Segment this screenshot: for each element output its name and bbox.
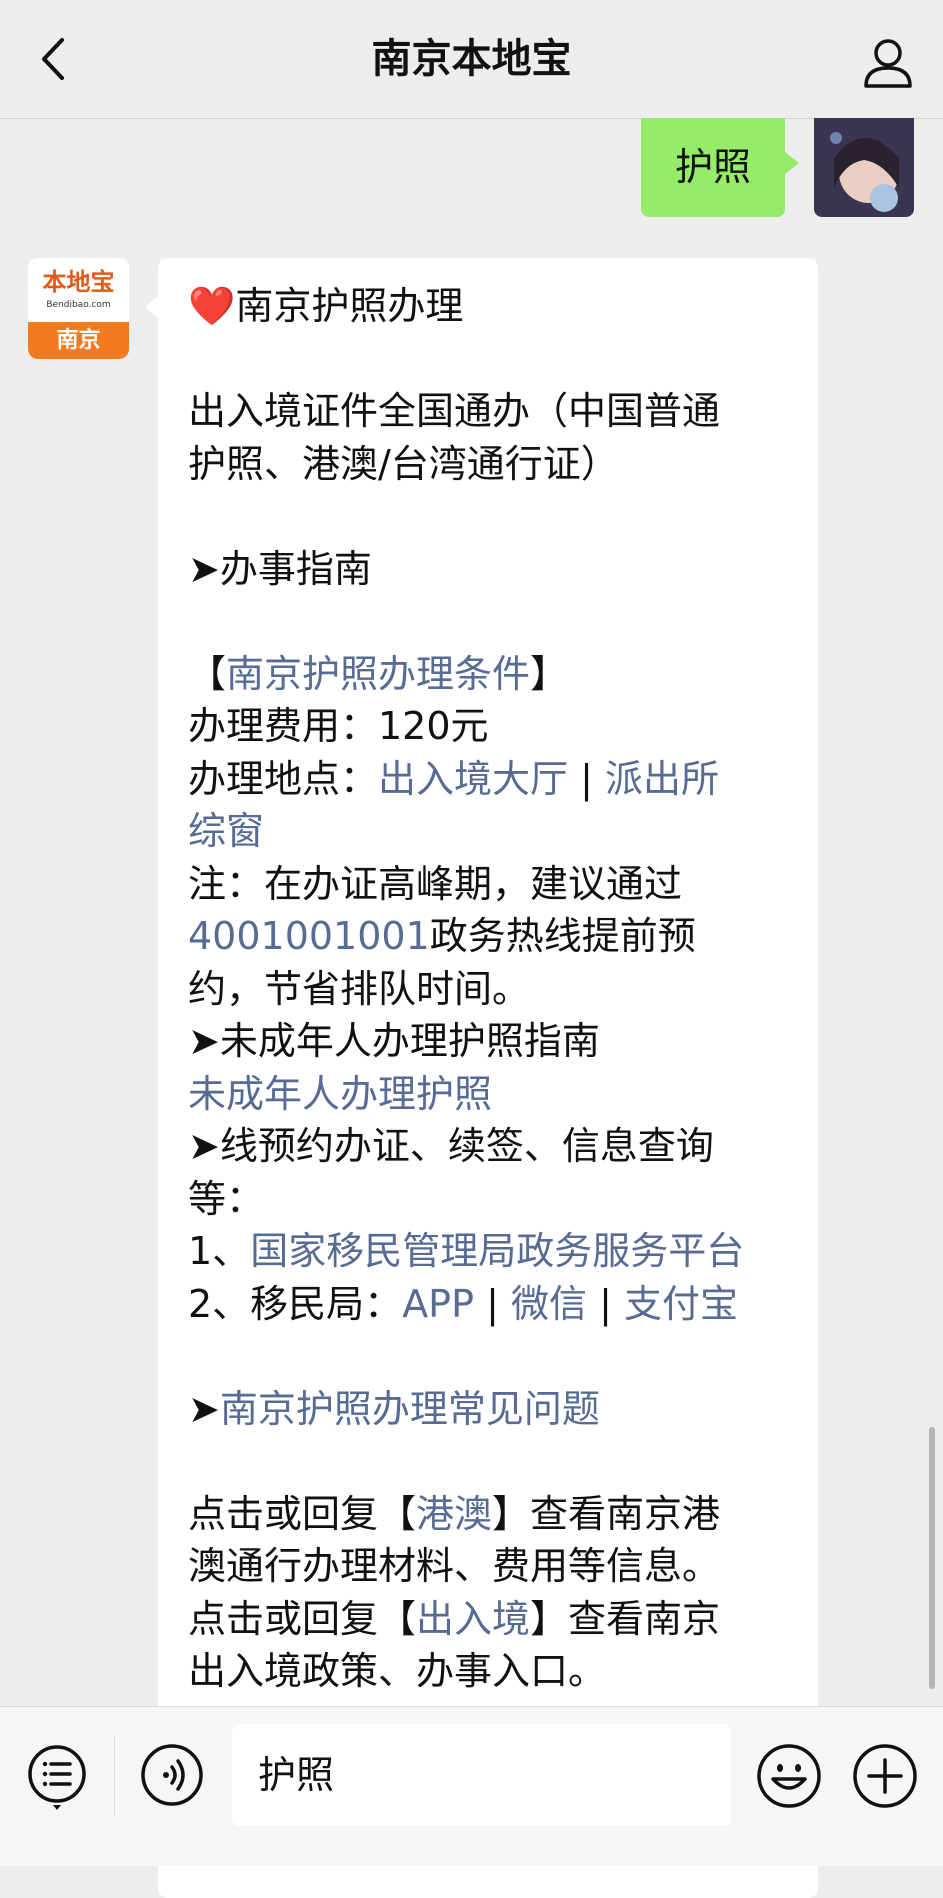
police-station-link[interactable]: 派出所 (605, 757, 719, 801)
nav-header: 南京本地宝 (0, 0, 943, 119)
guide-heading: ➤办事指南 (188, 546, 372, 591)
hk-line-2: 澳通行办理材料、费用等信息。 (188, 1544, 721, 1588)
online-line-1: ➤线预约办证、续签、信息查询 (188, 1124, 714, 1168)
plus-icon[interactable] (852, 1743, 918, 1809)
separator: | (587, 1281, 624, 1326)
police-station-link-cont[interactable]: 综窗 (188, 809, 264, 853)
online-line-2: 等： (188, 1176, 265, 1221)
bot-avatar[interactable]: 本地宝 Bendibao.com 南京 (28, 258, 129, 359)
conditions-link[interactable]: 南京护照办理条件 (226, 652, 530, 696)
bracket-close: 】 (530, 651, 569, 696)
menu-list-icon[interactable] (26, 1743, 88, 1813)
avatar-logo-text: 本地宝 (42, 268, 115, 296)
hotline-link[interactable]: 4001001001 (188, 914, 430, 958)
exit-line-2: 出入境政策、办事入口。 (188, 1649, 607, 1693)
separator: | (568, 756, 605, 801)
place-label: 办理地点： (188, 756, 379, 801)
message-title: 南京护照办理 (235, 284, 464, 328)
alipay-link[interactable]: 支付宝 (624, 1282, 738, 1326)
exit-entry-link[interactable]: 出入境 (416, 1597, 530, 1641)
note-line-3: 约，节省排队时间。 (188, 966, 531, 1011)
intro-line-2: 护照、港澳/台湾通行证） (188, 441, 619, 486)
scrollbar[interactable] (929, 1427, 935, 1689)
avatar-city-label: 南京 (28, 322, 129, 359)
minor-heading: ➤未成年人办理护照指南 (188, 1019, 600, 1063)
heart-icon: ❤️ (188, 284, 236, 328)
exit-entry-hall-link[interactable]: 出入境大厅 (378, 757, 568, 801)
note-line-2: 政务热线提前预 (429, 914, 696, 958)
divider (114, 1735, 115, 1817)
faq-arrow: ➤ (188, 1386, 220, 1431)
message-input[interactable]: 护照 (232, 1724, 731, 1826)
hk-line-1b: 】查看南京港 (492, 1491, 721, 1536)
message-body: ❤️南京护照办理 出入境证件全国通办（中国普通 护照、港澳/台湾通行证） ➤办事… (188, 280, 798, 1698)
avatar-site-text: Bendibao.com (46, 300, 111, 310)
app-link[interactable]: APP (402, 1282, 474, 1326)
nia-platform-link[interactable]: 国家移民管理局政务服务平台 (250, 1229, 744, 1273)
profile-icon[interactable] (861, 36, 915, 90)
bracket-open: 【 (188, 651, 227, 696)
minor-passport-link[interactable]: 未成年人办理护照 (188, 1072, 492, 1116)
emoji-icon[interactable] (756, 1743, 822, 1809)
chat-title: 南京本地宝 (371, 36, 572, 82)
user-avatar[interactable] (814, 118, 914, 217)
sent-message-bubble[interactable]: 护照 (641, 118, 799, 217)
wechat-link[interactable]: 微信 (511, 1282, 587, 1326)
fee-line: 办理费用：120元 (188, 704, 489, 748)
exit-line-1a: 点击或回复【 (188, 1596, 417, 1641)
item1-prefix: 1、 (188, 1229, 251, 1273)
faq-link[interactable]: 南京护照办理常见问题 (220, 1387, 600, 1431)
note-line-1: 注：在办证高峰期，建议通过 (188, 861, 683, 906)
composer-bar: 护照 (0, 1706, 943, 1866)
hk-macao-link[interactable]: 港澳 (416, 1492, 492, 1536)
received-message-bubble: ❤️南京护照办理 出入境证件全国通办（中国普通 护照、港澳/台湾通行证） ➤办事… (145, 258, 818, 1898)
intro-line-1: 出入境证件全国通办（中国普通 (188, 389, 721, 433)
sent-message-row: 护照 (0, 118, 943, 228)
item2-prefix: 2、移民局： (188, 1281, 403, 1326)
exit-line-1b: 】查看南京 (530, 1596, 721, 1641)
separator: | (474, 1281, 511, 1326)
voice-icon[interactable] (140, 1743, 204, 1807)
hk-line-1a: 点击或回复【 (188, 1491, 417, 1536)
